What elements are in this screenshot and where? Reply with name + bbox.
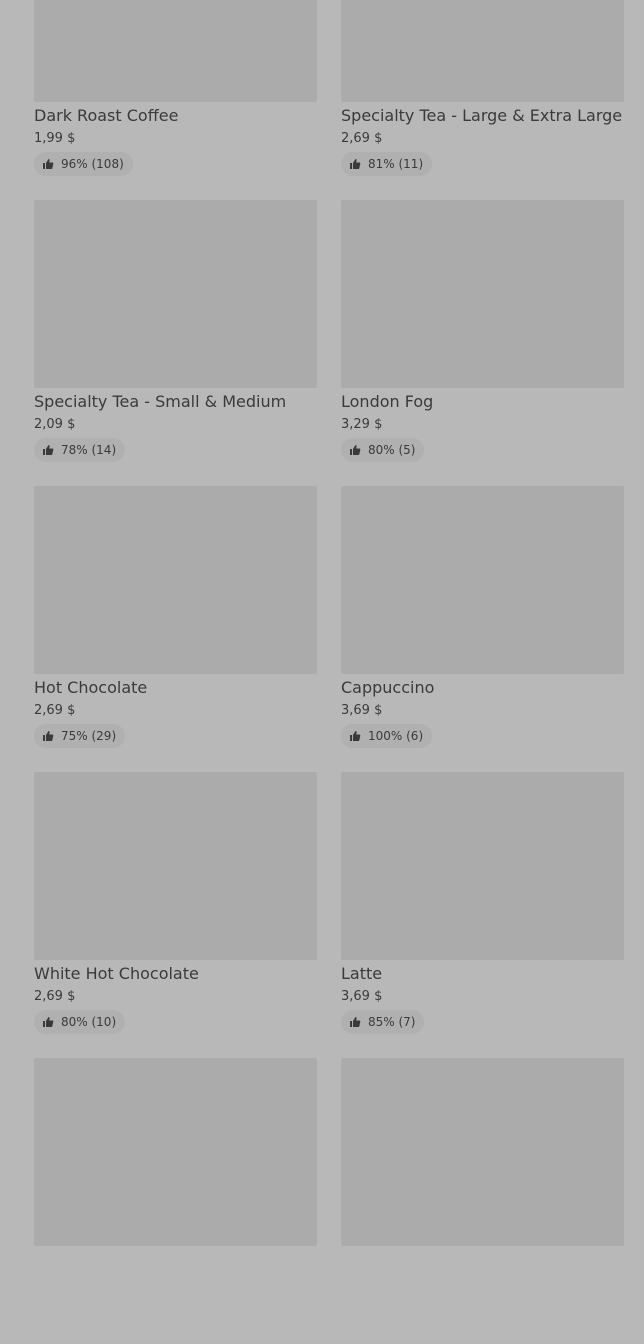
thumbs-up-icon	[349, 158, 361, 170]
rating-badge: 75% (29)	[34, 724, 126, 748]
product-card[interactable]: White Hot Chocolate 2,69 $ 80% (10)	[34, 772, 317, 1058]
product-name[interactable]: Specialty Tea - Large & Extra Large	[341, 106, 622, 126]
rating-badge: 81% (11)	[341, 152, 433, 176]
product-name[interactable]: White Hot Chocolate	[34, 964, 199, 984]
rating-text: 80% (5)	[368, 443, 416, 457]
thumbs-up-icon	[42, 1016, 54, 1028]
rating-badge: 100% (6)	[341, 724, 433, 748]
product-price: 2,69 $	[34, 703, 76, 718]
product-price: 2,09 $	[34, 417, 76, 432]
rating-badge: 80% (5)	[341, 438, 425, 462]
product-card[interactable]	[34, 1058, 317, 1344]
product-name[interactable]: Hot Chocolate	[34, 678, 147, 698]
product-price: 2,69 $	[341, 131, 383, 146]
product-name[interactable]: Specialty Tea - Small & Medium	[34, 392, 286, 412]
product-grid: Dark Roast Coffee 1,99 $ 96% (108) Speci…	[34, 0, 624, 1344]
product-price: 3,29 $	[341, 417, 383, 432]
rating-text: 85% (7)	[368, 1015, 416, 1029]
product-image[interactable]	[34, 486, 317, 674]
product-name[interactable]: Dark Roast Coffee	[34, 106, 178, 126]
product-card[interactable]: Cappuccino 3,69 $ 100% (6)	[341, 486, 624, 772]
product-image[interactable]	[341, 0, 624, 102]
thumbs-up-icon	[42, 444, 54, 456]
thumbs-up-icon	[42, 158, 54, 170]
rating-text: 96% (108)	[61, 157, 124, 171]
product-image[interactable]	[34, 0, 317, 102]
rating-text: 100% (6)	[368, 729, 424, 743]
rating-badge: 80% (10)	[34, 1010, 126, 1034]
product-price: 3,69 $	[341, 703, 383, 718]
product-image[interactable]	[341, 200, 624, 388]
rating-text: 81% (11)	[368, 157, 424, 171]
rating-text: 80% (10)	[61, 1015, 117, 1029]
rating-text: 75% (29)	[61, 729, 117, 743]
product-price: 1,99 $	[34, 131, 76, 146]
product-image[interactable]	[341, 486, 624, 674]
product-image[interactable]	[341, 772, 624, 960]
product-image[interactable]	[34, 1058, 317, 1246]
product-card[interactable]	[341, 1058, 624, 1344]
product-card[interactable]: London Fog 3,29 $ 80% (5)	[341, 200, 624, 486]
rating-text: 78% (14)	[61, 443, 117, 457]
product-name[interactable]: Latte	[341, 964, 382, 984]
product-image[interactable]	[341, 1058, 624, 1246]
rating-badge: 96% (108)	[34, 152, 133, 176]
product-name[interactable]: London Fog	[341, 392, 433, 412]
product-card[interactable]: Hot Chocolate 2,69 $ 75% (29)	[34, 486, 317, 772]
product-name[interactable]: Cappuccino	[341, 678, 434, 698]
rating-badge: 85% (7)	[341, 1010, 425, 1034]
product-card[interactable]: Dark Roast Coffee 1,99 $ 96% (108)	[34, 0, 317, 200]
product-price: 3,69 $	[341, 989, 383, 1004]
thumbs-up-icon	[42, 730, 54, 742]
product-card[interactable]: Latte 3,69 $ 85% (7)	[341, 772, 624, 1058]
product-image[interactable]	[34, 200, 317, 388]
product-card[interactable]: Specialty Tea - Small & Medium 2,09 $ 78…	[34, 200, 317, 486]
product-image[interactable]	[34, 772, 317, 960]
thumbs-up-icon	[349, 730, 361, 742]
rating-badge: 78% (14)	[34, 438, 126, 462]
thumbs-up-icon	[349, 1016, 361, 1028]
product-price: 2,69 $	[34, 989, 76, 1004]
product-card[interactable]: Specialty Tea - Large & Extra Large 2,69…	[341, 0, 624, 200]
thumbs-up-icon	[349, 444, 361, 456]
